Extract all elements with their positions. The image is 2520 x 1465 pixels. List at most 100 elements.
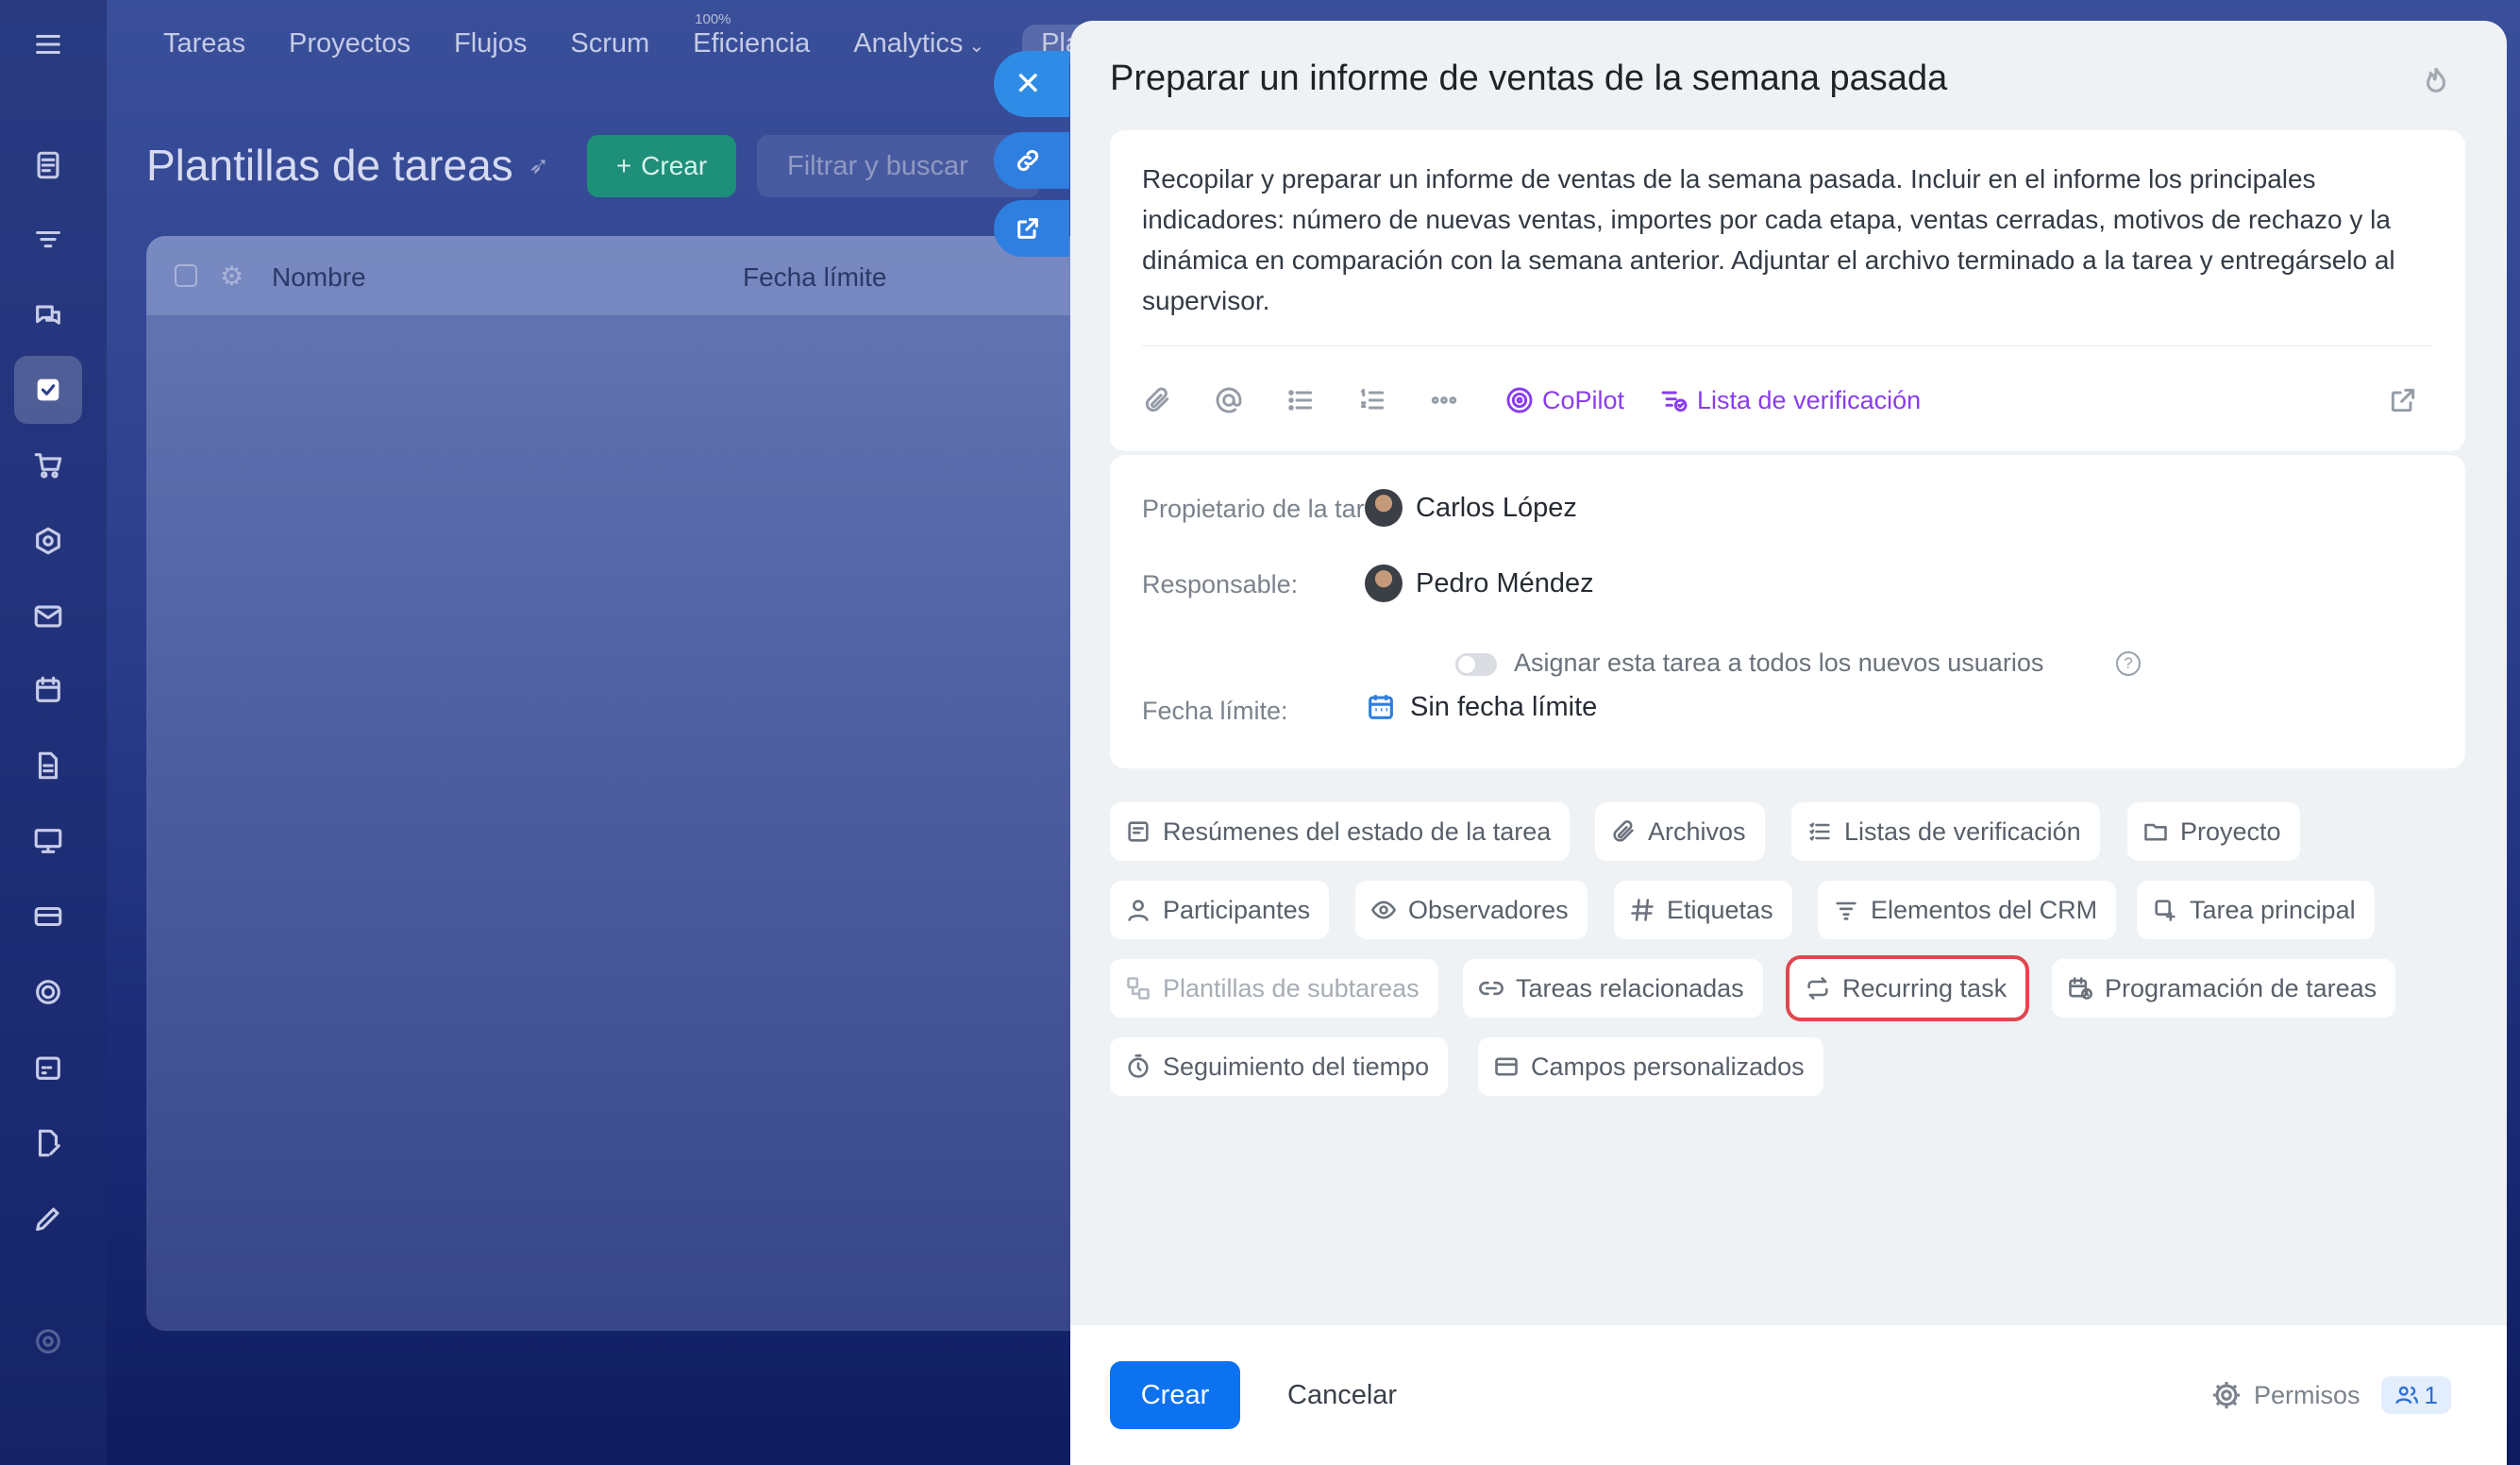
chip-label: Archivos xyxy=(1648,817,1746,846)
chip-files[interactable]: Archivos xyxy=(1595,802,1765,861)
tasks-icon[interactable] xyxy=(14,356,82,424)
assign-all-label: Asignar esta tarea a todos los nuevos us… xyxy=(1514,648,2044,677)
eye-icon xyxy=(1371,901,1396,919)
owner-name: Carlos López xyxy=(1416,492,1577,523)
card-icon[interactable] xyxy=(28,897,68,936)
checklist-button[interactable]: Lista de verificación xyxy=(1659,385,1921,415)
paperclip-icon xyxy=(1613,820,1634,842)
open-new-window-button[interactable] xyxy=(994,200,1069,257)
page-title: Plantillas de tareas xyxy=(146,141,513,190)
chip-status-summaries[interactable]: Resúmenes del estado de la tarea xyxy=(1110,802,1571,861)
mail-icon[interactable] xyxy=(28,597,68,636)
assign-all-toggle[interactable] xyxy=(1455,653,1497,676)
task-template-panel: Preparar un informe de ventas de la sema… xyxy=(1070,21,2507,1465)
chip-parent-task[interactable]: Tarea principal xyxy=(2137,881,2375,939)
document-icon[interactable] xyxy=(28,746,68,785)
menu-icon[interactable] xyxy=(28,25,68,64)
bullet-list-icon[interactable] xyxy=(1285,385,1316,415)
settings-icon[interactable] xyxy=(28,1322,68,1361)
create-template-label: Crear xyxy=(641,151,708,180)
chip-label: Tarea principal xyxy=(2190,895,2356,924)
users-icon xyxy=(2394,1386,2418,1405)
chip-observers[interactable]: Observadores xyxy=(1355,881,1588,939)
task-title[interactable]: Preparar un informe de ventas de la sema… xyxy=(1110,59,1947,99)
checklist-label: Lista de verificación xyxy=(1697,385,1922,414)
templates-table xyxy=(146,236,1090,1331)
link-icon xyxy=(1016,149,1039,172)
sign-icon[interactable] xyxy=(28,1123,68,1163)
nav-analytics[interactable]: Analytics ⌄ xyxy=(853,28,984,59)
create-template-button[interactable]: + Crear xyxy=(587,135,736,197)
chip-related-tasks[interactable]: Tareas relacionadas xyxy=(1463,959,1763,1018)
nav-eficiencia[interactable]: 100% Eficiencia xyxy=(693,11,811,59)
nav-scrum[interactable]: Scrum xyxy=(570,28,649,59)
presentation-icon[interactable] xyxy=(28,821,68,861)
properties-card: Propietario de la tarea: Carlos López Re… xyxy=(1110,455,2465,768)
copilot-button[interactable]: CoPilot xyxy=(1504,385,1624,415)
responsible-field[interactable]: Pedro Méndez xyxy=(1365,564,1594,602)
column-header-deadline[interactable]: Fecha límite xyxy=(743,262,887,293)
cart-icon[interactable] xyxy=(28,446,68,485)
gear-icon[interactable]: ⚙ xyxy=(220,261,244,292)
deadline-field[interactable]: Sin fecha límite xyxy=(1365,691,1597,723)
responsible-label: Responsable: xyxy=(1142,570,1299,598)
feed-icon[interactable] xyxy=(28,145,68,185)
chip-checklists[interactable]: Listas de verificación xyxy=(1791,802,2100,861)
nav-analytics-label: Analytics xyxy=(853,28,964,59)
chat-icon[interactable] xyxy=(28,296,68,336)
permissions-button[interactable]: Permisos 1 xyxy=(2210,1361,2451,1429)
chip-label: Observadores xyxy=(1408,895,1569,924)
nav-flujos[interactable]: Flujos xyxy=(454,28,527,59)
chip-label: Participantes xyxy=(1163,895,1311,924)
summary-icon xyxy=(1128,821,1149,842)
pin-icon[interactable]: ➶ xyxy=(529,151,549,180)
user-icon xyxy=(1128,900,1149,921)
chip-subtask-templates[interactable]: Plantillas de subtareas xyxy=(1110,959,1438,1018)
more-icon[interactable] xyxy=(1429,385,1459,415)
checklist-icon xyxy=(1661,391,1688,413)
pen-icon[interactable] xyxy=(28,1199,68,1238)
hexagon-icon[interactable] xyxy=(28,521,68,561)
owner-field[interactable]: Carlos López xyxy=(1365,489,1577,527)
table-header: ⚙ Nombre Fecha límite xyxy=(146,236,1090,315)
chip-task-scheduling[interactable]: Programación de tareas xyxy=(2052,959,2396,1018)
deadline-label: Fecha límite: xyxy=(1142,697,1288,725)
calendar-icon[interactable] xyxy=(28,670,68,710)
external-link-icon xyxy=(1017,218,1038,239)
chip-custom-fields[interactable]: Campos personalizados xyxy=(1478,1037,1823,1096)
expand-editor-icon[interactable] xyxy=(2388,385,2418,415)
planner-icon[interactable] xyxy=(28,1048,68,1087)
column-header-name[interactable]: Nombre xyxy=(272,262,366,293)
chip-label: Proyecto xyxy=(2180,817,2281,846)
folder-icon xyxy=(2144,823,2167,841)
target-icon[interactable] xyxy=(28,972,68,1012)
chip-tags[interactable]: Etiquetas xyxy=(1614,881,1792,939)
select-all-checkbox[interactable] xyxy=(175,264,197,287)
chip-label: Plantillas de subtareas xyxy=(1163,973,1420,1002)
chip-recurring-task[interactable]: Recurring task xyxy=(1785,955,2030,1021)
cancel-button[interactable]: Cancelar xyxy=(1287,1361,1397,1429)
permissions-count-badge[interactable]: 1 xyxy=(2380,1376,2451,1414)
chip-project[interactable]: Proyecto xyxy=(2127,802,2300,861)
nav-proyectos[interactable]: Proyectos xyxy=(289,28,411,59)
nav-tareas[interactable]: Tareas xyxy=(163,28,245,59)
chip-time-tracking[interactable]: Seguimiento del tiempo xyxy=(1110,1037,1449,1096)
numbered-list-icon[interactable] xyxy=(1357,385,1387,415)
task-description[interactable]: Recopilar y preparar un informe de venta… xyxy=(1142,159,2435,321)
timer-icon xyxy=(1128,1054,1149,1078)
attach-icon[interactable] xyxy=(1142,385,1172,415)
close-slider-button[interactable]: ✕ xyxy=(994,51,1069,117)
nav-eficiencia-label: Eficiencia xyxy=(693,28,811,59)
chip-participants[interactable]: Participantes xyxy=(1110,881,1330,939)
flame-icon[interactable] xyxy=(2420,64,2454,98)
chip-crm-items[interactable]: Elementos del CRM xyxy=(1818,881,2117,939)
owner-label: Propietario de la tarea: xyxy=(1142,495,1401,523)
deadline-value: Sin fecha límite xyxy=(1410,691,1598,722)
checklist-icon xyxy=(1809,822,1830,841)
help-icon[interactable]: ? xyxy=(2116,651,2141,676)
filter-funnel-icon[interactable] xyxy=(28,221,68,261)
schedule-icon xyxy=(2069,977,2092,1000)
create-button[interactable]: Crear xyxy=(1110,1361,1240,1429)
copy-link-button[interactable] xyxy=(994,132,1069,189)
mention-icon[interactable] xyxy=(1214,385,1244,415)
